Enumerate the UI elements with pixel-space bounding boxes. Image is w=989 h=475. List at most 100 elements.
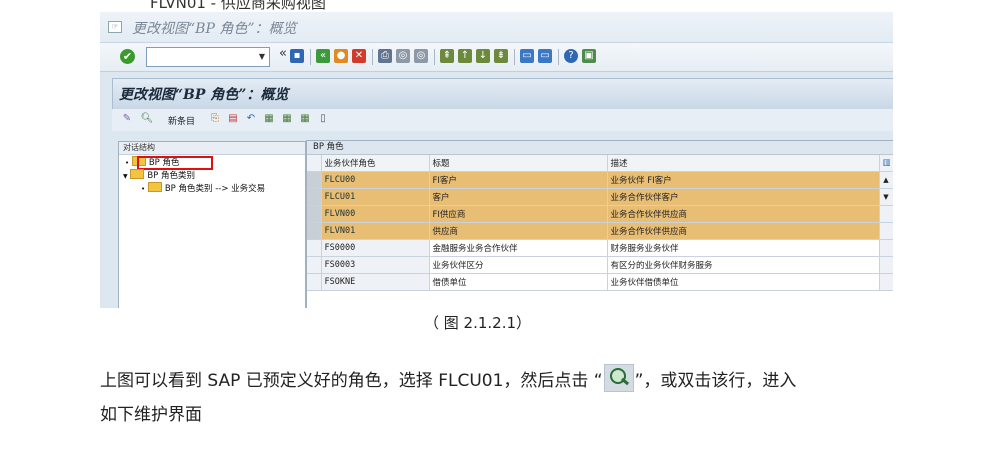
bp-role-table-control: BP 角色 业务伙伴角色 标题 描述 ▥ FLCU00 FI客户 业务伙伴 FI… bbox=[306, 140, 893, 308]
bp-role-table: 业务伙伴角色 标题 描述 ▥ FLCU00 FI客户 业务伙伴 FI客户 ▲ F… bbox=[307, 155, 893, 291]
cell-description[interactable]: 有区分的业务伙伴财务服务 bbox=[607, 256, 880, 274]
table-row[interactable]: FS0000 金融服务业务合作伙伴 财务服务业务伙伴 bbox=[307, 239, 893, 257]
new-session-icon[interactable]: ▭ bbox=[520, 49, 534, 63]
scrollbar-track[interactable] bbox=[879, 239, 893, 257]
chevron-down-icon[interactable]: ▼ bbox=[255, 48, 269, 66]
cell-title[interactable]: 业务伙伴区分 bbox=[429, 256, 608, 274]
table-row[interactable]: FLCU00 FI客户 业务伙伴 FI客户 ▲ bbox=[307, 171, 893, 189]
cell-role[interactable]: FSOKNE bbox=[321, 273, 430, 291]
command-field[interactable]: ▼ bbox=[146, 47, 270, 67]
row-selector[interactable] bbox=[307, 239, 322, 257]
help-icon[interactable]: ? bbox=[564, 49, 578, 63]
expanded-triangle-icon[interactable]: ▼ bbox=[123, 173, 128, 180]
table-row[interactable]: FLVN01 供应商 业务合作伙伴供应商 bbox=[307, 222, 893, 240]
layout-menu-icon[interactable]: ▣ bbox=[582, 49, 596, 63]
panel-title: 更改视图“BP 角色”：概览 bbox=[119, 87, 289, 103]
scrollbar-track[interactable] bbox=[879, 205, 893, 223]
column-header-role[interactable]: 业务伙伴角色 bbox=[321, 155, 430, 172]
cell-role[interactable]: FS0000 bbox=[321, 239, 430, 257]
bullet-icon: • bbox=[141, 185, 146, 193]
cell-role[interactable]: FLVN01 bbox=[321, 222, 430, 240]
delete-icon[interactable]: ▤ bbox=[226, 112, 240, 126]
cell-description[interactable]: 业务伙伴 FI客户 bbox=[607, 171, 880, 189]
cell-title[interactable]: 金融服务业务合作伙伴 bbox=[429, 239, 608, 257]
cell-role[interactable]: FLVN00 bbox=[321, 205, 430, 223]
select-all-column-header[interactable] bbox=[307, 155, 322, 172]
cancel-icon[interactable]: ✕ bbox=[352, 49, 366, 63]
scrollbar-track[interactable] bbox=[879, 256, 893, 274]
enter-check-icon[interactable]: ✔ bbox=[120, 49, 135, 64]
tree-node-bp-role-category-business-transaction[interactable]: • BP 角色类别 --> 业务交易 bbox=[141, 182, 265, 194]
table-settings-icon[interactable]: ▥ bbox=[879, 155, 893, 172]
row-selector[interactable] bbox=[307, 205, 322, 223]
cell-description[interactable]: 业务合作伙伴客户 bbox=[607, 188, 880, 206]
sap-screenshot: ☞ 更改视图“BP 角色”：概览 ✔ ▼ « ▪ « ● ✕ ⎙ ◎ ◎ ⇞ ↑… bbox=[100, 12, 893, 308]
cell-title[interactable]: 借债单位 bbox=[429, 273, 608, 291]
deselect-all-icon[interactable]: ▦ bbox=[298, 112, 312, 126]
tree-header: 对话结构 bbox=[119, 142, 305, 155]
table-row[interactable]: FSOKNE 借债单位 业务伙伴借债单位 bbox=[307, 273, 893, 291]
row-selector[interactable] bbox=[307, 256, 322, 274]
table-row[interactable]: FS0003 业务伙伴区分 有区分的业务伙伴财务服务 bbox=[307, 256, 893, 274]
select-block-icon[interactable]: ▦ bbox=[280, 112, 294, 126]
shortcut-icon[interactable]: ▭ bbox=[538, 49, 552, 63]
cell-role[interactable]: FS0003 bbox=[321, 256, 430, 274]
content-area: 对话结构 • BP 角色 ▼ BP 角色类别 • BP 角色类别 --> 业务交… bbox=[112, 133, 893, 308]
standard-toolbar: ✔ ▼ « ▪ « ● ✕ ⎙ ◎ ◎ ⇞ ↑ ↓ ⇟ ▭ ▭ ? ▣ bbox=[100, 43, 893, 72]
back-icon[interactable]: « bbox=[316, 49, 330, 63]
scroll-down-icon[interactable]: ▼ bbox=[879, 188, 893, 206]
body-paragraph: 上图可以看到 SAP 已预定义好的角色，选择 FLCU01，然后点击 “ ”，或双… bbox=[100, 364, 796, 392]
cell-title[interactable]: 供应商 bbox=[429, 222, 608, 240]
double-chevron-left-icon[interactable]: « bbox=[276, 47, 290, 61]
first-page-icon[interactable]: ⇞ bbox=[440, 49, 454, 63]
column-header-description[interactable]: 描述 bbox=[607, 155, 880, 172]
cell-description[interactable]: 财务服务业务伙伴 bbox=[607, 239, 880, 257]
cell-role[interactable]: FLCU00 bbox=[321, 171, 430, 189]
tree-node-label: BP 角色类别 bbox=[147, 171, 195, 181]
bc-set-icon[interactable]: ▯ bbox=[316, 112, 330, 126]
row-selector[interactable] bbox=[307, 273, 322, 291]
cell-title[interactable]: FI客户 bbox=[429, 171, 608, 189]
column-header-title[interactable]: 标题 bbox=[429, 155, 608, 172]
toolbar-separator bbox=[434, 49, 435, 65]
scroll-up-icon[interactable]: ▲ bbox=[879, 171, 893, 189]
paragraph-text-end: ”，或双击该行，进入 bbox=[634, 371, 797, 391]
table-row[interactable]: FLVN00 FI供应商 业务合作伙伴供应商 bbox=[307, 205, 893, 223]
table-row[interactable]: FLCU01 客户 业务合作伙伴客户 ▼ bbox=[307, 188, 893, 206]
change-display-icon[interactable]: ✎ bbox=[120, 112, 134, 126]
window-title-bar: ☞ 更改视图“BP 角色”：概览 bbox=[100, 12, 893, 43]
cell-description[interactable]: 业务合作伙伴供应商 bbox=[607, 222, 880, 240]
cell-description[interactable]: 业务合作伙伴供应商 bbox=[607, 205, 880, 223]
copy-as-icon[interactable]: ⎘ bbox=[208, 112, 222, 126]
scrollbar-track[interactable] bbox=[879, 222, 893, 240]
row-selector[interactable] bbox=[307, 188, 322, 206]
undo-change-icon[interactable]: ↶ bbox=[244, 112, 258, 126]
highlight-box bbox=[137, 156, 213, 170]
bullet-icon: • bbox=[125, 159, 130, 167]
save-icon[interactable]: ▪ bbox=[290, 49, 304, 63]
window-icon: ☞ bbox=[108, 21, 122, 33]
previous-page-icon[interactable]: ↑ bbox=[458, 49, 472, 63]
new-entries-button[interactable]: 新条目 bbox=[168, 114, 195, 127]
tree-node-label: BP 角色类别 --> 业务交易 bbox=[164, 184, 266, 194]
exit-icon[interactable]: ● bbox=[334, 49, 348, 63]
cell-title[interactable]: FI供应商 bbox=[429, 205, 608, 223]
tree-node-bp-role-category[interactable]: ▼ BP 角色类别 bbox=[123, 169, 195, 181]
cell-title[interactable]: 客户 bbox=[429, 188, 608, 206]
cell-role[interactable]: FLCU01 bbox=[321, 188, 430, 206]
cell-description[interactable]: 业务伙伴借债单位 bbox=[607, 273, 880, 291]
find-next-icon[interactable]: ◎ bbox=[414, 49, 428, 63]
find-icon[interactable]: ◎ bbox=[396, 49, 410, 63]
details-button-icon bbox=[603, 364, 634, 392]
scrollbar-track[interactable] bbox=[879, 273, 893, 291]
details-icon[interactable]: 🔍︎ bbox=[140, 112, 154, 126]
print-icon[interactable]: ⎙ bbox=[378, 49, 392, 63]
folder-icon bbox=[130, 169, 145, 179]
toolbar-separator bbox=[558, 49, 559, 65]
row-selector[interactable] bbox=[307, 222, 322, 240]
select-all-icon[interactable]: ▦ bbox=[262, 112, 276, 126]
paragraph-text-start: 上图可以看到 SAP 已预定义好的角色，选择 FLCU01，然后点击 “ bbox=[100, 371, 603, 391]
last-page-icon[interactable]: ⇟ bbox=[494, 49, 508, 63]
next-page-icon[interactable]: ↓ bbox=[476, 49, 490, 63]
row-selector[interactable] bbox=[307, 171, 322, 189]
